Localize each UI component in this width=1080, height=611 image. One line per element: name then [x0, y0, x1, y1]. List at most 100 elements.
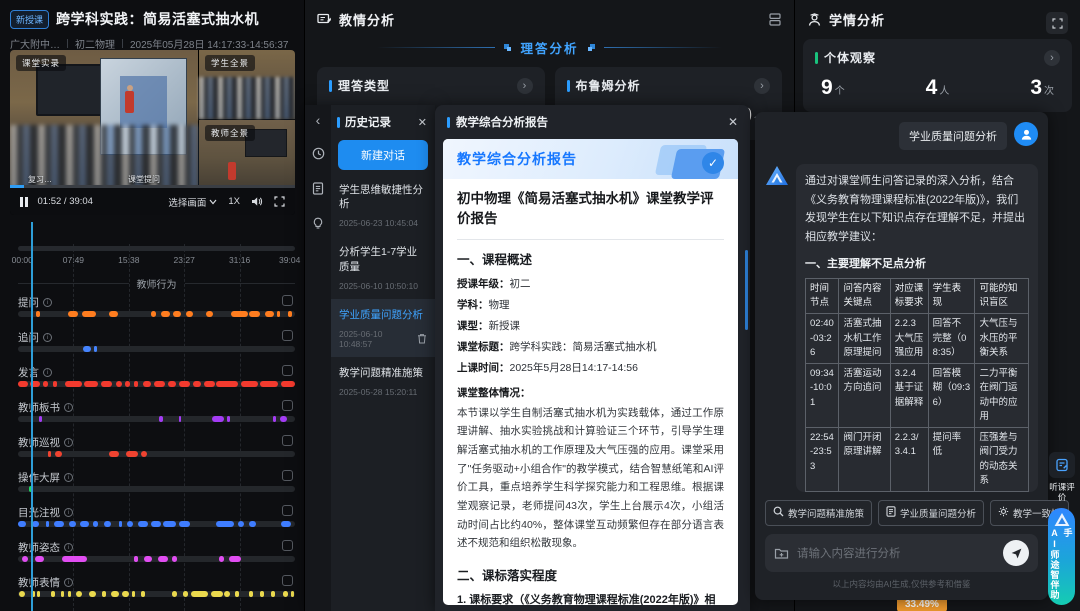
behavior-segment: [272, 416, 277, 422]
behavior-segment: [249, 591, 253, 597]
stat-card-chevron-button[interactable]: ›: [516, 77, 533, 94]
video-students-feed[interactable]: 学生全景: [199, 50, 295, 119]
behavior-segment: [203, 381, 215, 387]
history-item-title: 学业质量问题分析: [339, 308, 423, 321]
video-side-column: 学生全景 教师全景: [199, 50, 295, 188]
report-doc-button[interactable]: [312, 182, 324, 195]
chat-input[interactable]: 请输入内容进行分析: [765, 534, 1038, 572]
video-main-feed[interactable]: 课堂实录: [10, 50, 198, 188]
trash-icon[interactable]: [417, 333, 427, 344]
track-checkbox[interactable]: [282, 435, 293, 446]
history-item[interactable]: 学业质量问题分析 2025-06-10 10:48:57: [331, 298, 435, 357]
segment-marker[interactable]: 课堂提问: [128, 174, 160, 185]
behavior-segment: [55, 451, 63, 457]
fullscreen-button[interactable]: [274, 196, 285, 207]
divider: [122, 39, 123, 48]
behavior-track: 教师巡视 i: [0, 434, 305, 469]
quick-action-chip[interactable]: 教学问题精准施策: [765, 500, 873, 526]
new-chat-button[interactable]: 新建对话: [338, 140, 428, 170]
behavior-segment: [160, 311, 171, 317]
layout-toggle-button[interactable]: [768, 12, 782, 27]
table-cell: 大气压与水压的平衡关系: [974, 313, 1029, 364]
history-clock-button[interactable]: [312, 147, 325, 160]
report-field: 上课时间：2025年5月28日14:17-14:56: [457, 360, 724, 375]
behavior-segment: [141, 591, 145, 597]
stat-card-title: 布鲁姆分析: [575, 79, 641, 93]
history-item-timestamp: 2025-06-10 10:50:10: [339, 280, 418, 291]
ai-assistant-button[interactable]: AI师途智伴助手: [1048, 508, 1075, 605]
behavior-segment: [264, 311, 275, 317]
behavior-segment: [48, 451, 52, 457]
history-close-button[interactable]: ✕: [418, 116, 427, 129]
segment-marker[interactable]: 复习…: [28, 174, 52, 185]
video-teacher-feed[interactable]: 教师全景: [199, 119, 295, 188]
stat-number: 9: [821, 76, 833, 99]
info-icon[interactable]: i: [64, 578, 73, 587]
timeline-overview-bar[interactable]: [18, 246, 295, 251]
track-label: 教师板书 i: [18, 400, 73, 415]
track-checkbox[interactable]: [282, 540, 293, 551]
history-item[interactable]: 分析学生1-7学业质量 2025-06-10 10:50:10: [331, 236, 435, 298]
video-controls: 01:52 / 39:04 选择画面 1X: [10, 188, 295, 215]
track-checkbox[interactable]: [282, 505, 293, 516]
analysis-tabbar: 理答分析: [305, 38, 794, 57]
track-checkbox[interactable]: [282, 330, 293, 341]
lesson-evaluation-button[interactable]: 听课评价: [1047, 452, 1077, 502]
stat-card-chevron-button[interactable]: ›: [754, 77, 770, 94]
tab-liDA-analysis[interactable]: 理答分析: [520, 38, 578, 57]
report-section2-heading: 二、课标落实程度: [457, 569, 558, 583]
info-icon[interactable]: i: [64, 543, 73, 552]
track-checkbox[interactable]: [282, 470, 293, 481]
track-name: 操作大屏: [18, 472, 60, 484]
report-fields: 授课年级：初二 学科：物理 课型：新授课 课堂标题：跨学科实践：简易活塞式抽水机 上课时…: [457, 276, 724, 375]
info-icon[interactable]: i: [43, 368, 52, 377]
track-checkbox[interactable]: [282, 575, 293, 586]
collapse-button[interactable]: ‹: [316, 113, 321, 127]
behavior-segment: [271, 591, 275, 597]
video-player[interactable]: 课堂实录 学生全景 教师全景 复习… 课堂提问 01:52 / 39:04 选择…: [10, 50, 295, 215]
behavior-segment: [38, 416, 42, 422]
pause-button[interactable]: [20, 196, 28, 207]
behavior-segment: [103, 521, 111, 527]
history-item-time: 2025-06-23 10:45:04: [339, 218, 427, 228]
report-field-label: 课堂标题：: [457, 340, 510, 353]
behavior-segment: [62, 556, 88, 562]
info-icon[interactable]: i: [64, 403, 73, 412]
info-icon[interactable]: i: [64, 438, 73, 447]
playback-speed-button[interactable]: 1X: [228, 196, 240, 207]
stat-card: 个体观察 › 9 个 4 人 3 次: [803, 39, 1072, 112]
behavior-segment: [52, 381, 57, 387]
select-view-dropdown[interactable]: 选择画面: [168, 195, 217, 209]
track-checkbox[interactable]: [282, 365, 293, 376]
quick-action-chip[interactable]: 学业质量问题分析: [878, 500, 985, 526]
history-item[interactable]: 教学问题精准施策 2025-05-28 15:20:11: [331, 357, 435, 405]
info-icon[interactable]: i: [43, 333, 52, 342]
info-icon[interactable]: i: [64, 473, 73, 482]
video-grid: 课堂实录 学生全景 教师全景: [10, 50, 295, 188]
behavior-segment: [34, 556, 45, 562]
history-title: 历史记录: [345, 117, 391, 129]
info-icon[interactable]: i: [64, 508, 73, 517]
report-modal: 教学综合分析报告 ✕ 教学综合分析报告 ✓ 初中物理《简易活塞式抽水机》课堂教学…: [435, 105, 750, 611]
history-item[interactable]: 学生思维敏捷性分析 2025-06-23 10:45:04: [331, 174, 435, 236]
quick-action-chips: 教学问题精准施策 学业质量问题分析 教学一致性: [765, 500, 1069, 526]
timeline-tick: 15:38: [118, 255, 140, 265]
table-cell: 3.2.4 基于证据解释: [889, 363, 929, 428]
user-message-row: 学业质量问题分析: [765, 122, 1038, 150]
timeline-tick: 39:04: [279, 255, 301, 265]
behavior-track: 发言 i: [0, 364, 305, 399]
volume-button[interactable]: [251, 196, 263, 207]
send-button[interactable]: [1003, 540, 1029, 566]
track-name: 提问: [18, 297, 39, 309]
behavior-segment: [231, 311, 248, 317]
track-checkbox[interactable]: [282, 400, 293, 411]
behavior-segment: [192, 381, 201, 387]
info-icon[interactable]: i: [43, 298, 52, 307]
report-close-button[interactable]: ✕: [728, 115, 738, 129]
track-label: 教师表情 i: [18, 575, 73, 590]
behavior-segment: [138, 521, 149, 527]
timeline-playhead[interactable]: [31, 222, 33, 611]
idea-button[interactable]: [312, 217, 324, 230]
report-scrollbar-thumb[interactable]: [745, 250, 748, 330]
track-checkbox[interactable]: [282, 295, 293, 306]
